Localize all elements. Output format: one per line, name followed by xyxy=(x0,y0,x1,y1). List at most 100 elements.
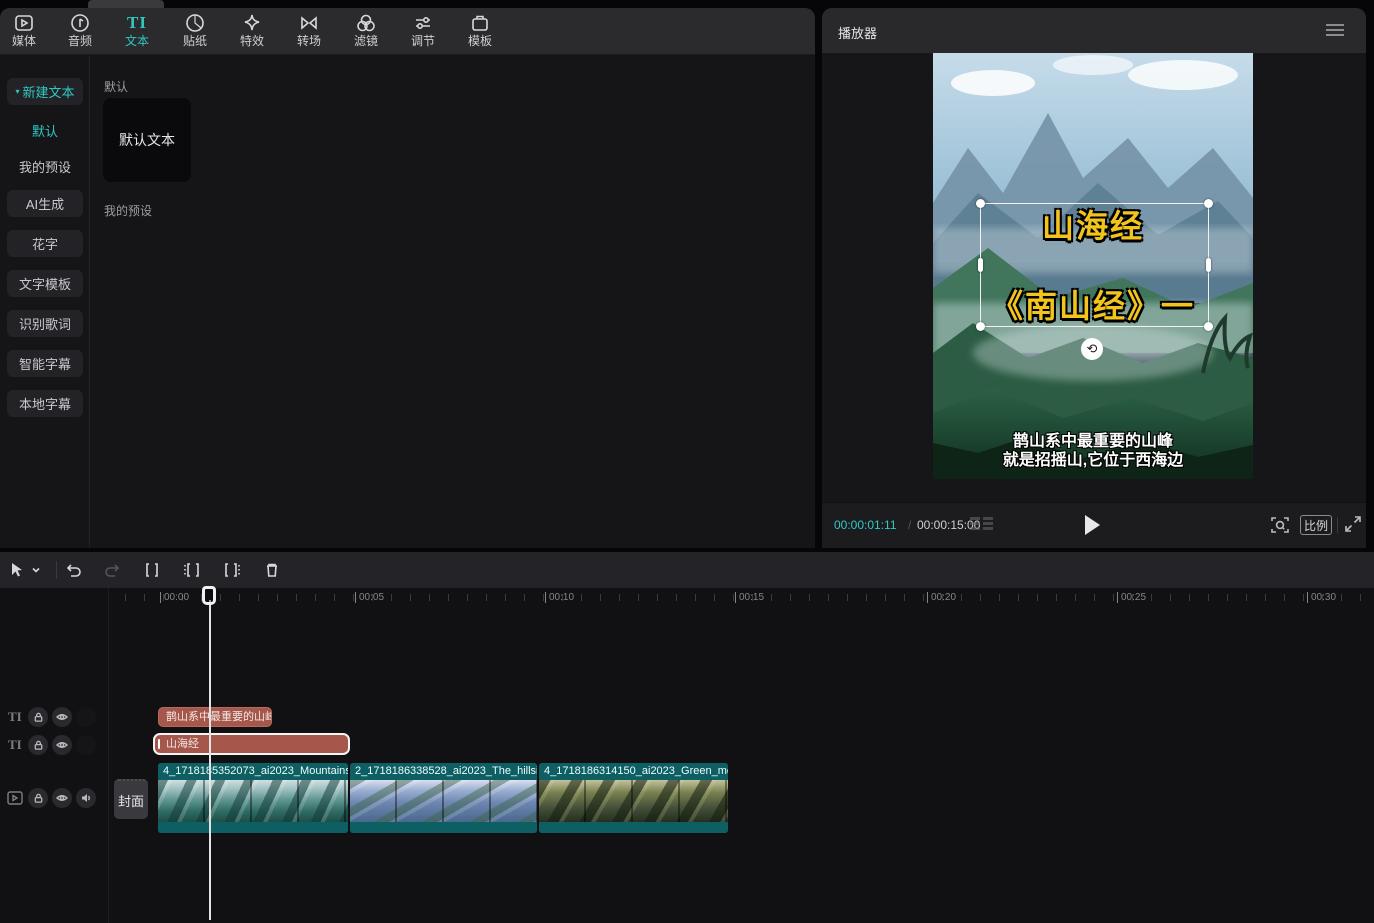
tab-text[interactable]: TI 文本 xyxy=(109,12,165,52)
lock-icon[interactable] xyxy=(28,788,48,808)
redo-button[interactable] xyxy=(100,557,126,583)
fullscreen-icon[interactable] xyxy=(1344,515,1362,533)
tab-transition[interactable]: 转场 xyxy=(281,12,337,52)
tab-adjust-label: 调节 xyxy=(395,34,451,48)
sidebar-item-default-label: 默认 xyxy=(32,121,58,140)
handle-top-left[interactable] xyxy=(976,199,985,208)
ratio-button[interactable]: 比例 xyxy=(1300,515,1332,535)
default-text-card[interactable]: 默认文本 xyxy=(103,98,191,182)
video-preview[interactable]: 山海经 《南山经》一 ⟲ 鹊山系中最重要的山峰 就是招摇山,它位于西海边 xyxy=(933,53,1253,479)
text-clip-subtitle-label: 鹊山系中最重要的山峰 xyxy=(166,711,272,723)
tab-effects[interactable]: 特效 xyxy=(224,12,280,52)
sidebar-item-fancy-text-label: 花字 xyxy=(32,234,58,253)
sidebar-item-my-presets-label: 我的预设 xyxy=(19,157,71,176)
tab-adjust[interactable]: 调节 xyxy=(395,12,451,52)
tab-audio[interactable]: 音频 xyxy=(52,12,108,52)
select-tool-dropdown-icon[interactable] xyxy=(28,557,44,583)
play-button[interactable] xyxy=(1085,515,1100,535)
text-icon: TI xyxy=(109,12,165,34)
rotate-icon[interactable]: ⟲ xyxy=(1081,338,1103,360)
adjust-icon xyxy=(395,12,451,34)
video-clip-2[interactable]: 2_1718186338528_ai2023_The_hillside xyxy=(350,763,537,833)
delete-left-button[interactable] xyxy=(179,557,205,583)
preview-quality-icon[interactable] xyxy=(1270,515,1290,535)
tab-filter[interactable]: 滤镜 xyxy=(338,12,394,52)
player-controls: 00:00:01:11 / 00:00:15:00 比例 xyxy=(822,502,1366,548)
video-track-icon xyxy=(7,791,23,805)
playhead-line[interactable] xyxy=(209,600,211,920)
handle-bottom-left[interactable] xyxy=(976,322,985,331)
speaker-icon[interactable] xyxy=(76,788,96,808)
default-text-card-label: 默认文本 xyxy=(119,130,175,150)
ruler-label: 00:15 xyxy=(735,592,764,603)
audio-icon xyxy=(52,12,108,34)
handle-top-right[interactable] xyxy=(1204,199,1213,208)
handle-bottom-right[interactable] xyxy=(1204,322,1213,331)
transition-icon xyxy=(281,12,337,34)
media-icon xyxy=(0,12,52,34)
frame-view-icon[interactable] xyxy=(970,517,994,533)
asset-panel: 媒体 音频 TI 文本 贴纸 特效 转场 xyxy=(0,8,815,548)
current-time: 00:00:01:11 xyxy=(834,518,897,532)
video-clip-3-thumbnails xyxy=(539,780,728,822)
video-clip-1[interactable]: 4_1718185352073_ai2023_Mountains_ xyxy=(158,763,348,833)
controls-divider xyxy=(1337,517,1338,533)
eye-icon[interactable] xyxy=(52,788,72,808)
sidebar-item-text-templates-label: 文字模板 xyxy=(19,274,71,293)
tab-template-label: 模板 xyxy=(452,34,508,48)
video-editor-app: 媒体 音频 TI 文本 贴纸 特效 转场 xyxy=(0,0,1374,923)
playhead-handle[interactable] xyxy=(202,586,216,605)
video-clip-2-name: 2_1718186338528_ai2023_The_hillside xyxy=(350,763,537,780)
tab-media[interactable]: 媒体 xyxy=(0,12,52,52)
delete-right-button[interactable] xyxy=(219,557,245,583)
timeline-ruler[interactable]: 00:00 00:05 00:10 00:15 00:20 00:25 00:3… xyxy=(108,588,1374,612)
sidebar-item-new-text[interactable]: ▾ 新建文本 xyxy=(7,78,83,105)
eye-icon[interactable] xyxy=(52,707,72,727)
text-clip-title[interactable]: 山海经 xyxy=(153,733,350,755)
handle-mid-right[interactable] xyxy=(1206,258,1211,272)
section-presets-label: 我的预设 xyxy=(104,202,152,219)
handle-mid-left[interactable] xyxy=(978,258,983,272)
cover-button[interactable]: 封面 xyxy=(114,779,148,819)
sidebar-item-local-subtitles[interactable]: 本地字幕 xyxy=(7,390,83,417)
tab-audio-label: 音频 xyxy=(52,34,108,48)
sidebar-item-recognize-lyrics[interactable]: 识别歌词 xyxy=(7,310,83,337)
sticker-icon xyxy=(167,12,223,34)
lock-icon[interactable] xyxy=(28,707,48,727)
video-clip-1-name: 4_1718185352073_ai2023_Mountains_ xyxy=(158,763,348,780)
undo-button[interactable] xyxy=(60,557,86,583)
select-tool-button[interactable] xyxy=(4,557,30,583)
video-clip-1-footer xyxy=(158,822,348,833)
asset-toolbar: 媒体 音频 TI 文本 贴纸 特效 转场 xyxy=(0,8,815,55)
eye-icon[interactable] xyxy=(52,735,72,755)
sidebar-item-my-presets[interactable]: 我的预设 xyxy=(7,153,83,180)
tab-sticker-label: 贴纸 xyxy=(167,34,223,48)
player-menu-icon[interactable] xyxy=(1326,24,1344,36)
video-clip-3-name: 4_1718186314150_ai2023_Green_mou xyxy=(539,763,728,780)
delete-button[interactable] xyxy=(259,557,285,583)
mute-icon[interactable] xyxy=(76,735,96,755)
text-clip-title-label: 山海经 xyxy=(162,738,199,750)
mute-icon[interactable] xyxy=(76,707,96,727)
sidebar-item-ai-generate[interactable]: AI生成 xyxy=(7,190,83,217)
ruler-label: 00:20 xyxy=(927,592,956,603)
lock-icon[interactable] xyxy=(28,735,48,755)
window-tab xyxy=(88,0,164,8)
tab-sticker[interactable]: 贴纸 xyxy=(167,12,223,52)
sidebar-item-default[interactable]: 默认 xyxy=(7,117,83,144)
sidebar-item-smart-subtitles[interactable]: 智能字幕 xyxy=(7,350,83,377)
sidebar-item-new-text-label: 新建文本 xyxy=(23,82,75,101)
text-selection-box[interactable] xyxy=(980,203,1209,327)
text-clip-subtitle[interactable]: 鹊山系中最重要的山峰 xyxy=(158,707,272,727)
text-track-icon: TI xyxy=(8,709,22,725)
tab-template[interactable]: 模板 xyxy=(452,12,508,52)
subtitle-line2: 就是招摇山,它位于西海边 xyxy=(933,446,1253,470)
section-default-label: 默认 xyxy=(104,78,128,95)
text-library: 默认 默认文本 我的预设 xyxy=(90,56,815,548)
sidebar-item-text-templates[interactable]: 文字模板 xyxy=(7,270,83,297)
video-clip-3[interactable]: 4_1718186314150_ai2023_Green_mou xyxy=(539,763,728,833)
toolbar-divider xyxy=(56,561,57,579)
sidebar-item-fancy-text[interactable]: 花字 xyxy=(7,230,83,257)
player-title: 播放器 xyxy=(838,23,877,42)
split-button[interactable] xyxy=(139,557,165,583)
